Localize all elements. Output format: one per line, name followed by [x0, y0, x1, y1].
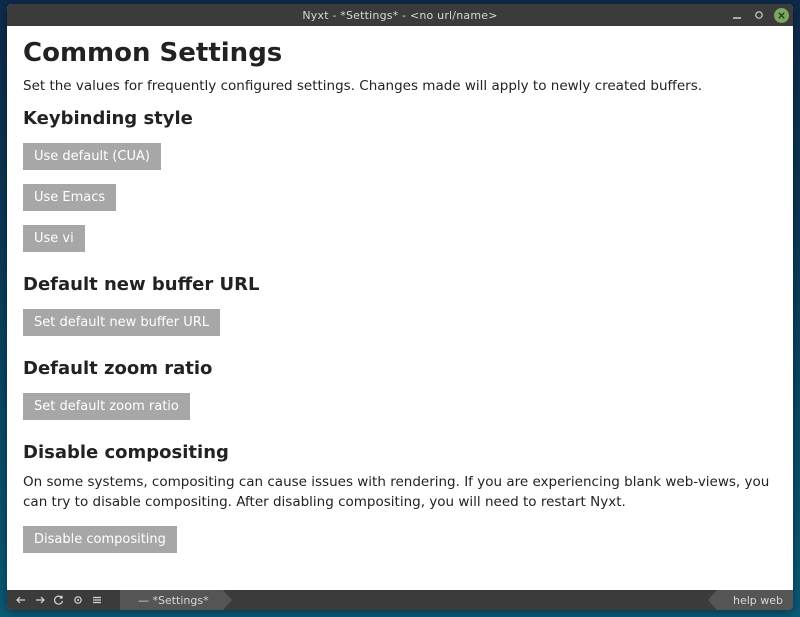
status-nav-controls — [7, 590, 111, 610]
section-compositing-title: Disable compositing — [23, 442, 777, 463]
execute-icon[interactable] — [72, 594, 84, 606]
page-title: Common Settings — [23, 38, 777, 68]
section-new-buffer-url-title: Default new buffer URL — [23, 274, 777, 295]
set-default-new-buffer-url-button[interactable]: Set default new buffer URL — [23, 309, 220, 336]
page-content: Common Settings Set the values for frequ… — [7, 26, 793, 590]
close-icon[interactable] — [774, 8, 789, 23]
status-buffer-name[interactable]: — *Settings* — [120, 590, 223, 610]
minimize-icon[interactable] — [730, 8, 744, 22]
desktop-background: Nyxt - *Settings* - <no url/name> Common… — [0, 0, 800, 617]
status-spacer — [232, 590, 717, 610]
section-keybinding-title: Keybinding style — [23, 108, 777, 129]
section-zoom-title: Default zoom ratio — [23, 358, 777, 379]
maximize-icon[interactable] — [752, 8, 766, 22]
menu-icon[interactable] — [91, 594, 103, 606]
window-controls — [730, 4, 789, 26]
use-vi-button[interactable]: Use vi — [23, 225, 85, 252]
set-default-zoom-ratio-button[interactable]: Set default zoom ratio — [23, 393, 190, 420]
forward-icon[interactable] — [34, 594, 46, 606]
reload-icon[interactable] — [53, 594, 65, 606]
disable-compositing-button[interactable]: Disable compositing — [23, 526, 177, 553]
use-emacs-button[interactable]: Use Emacs — [23, 184, 116, 211]
window-title: Nyxt - *Settings* - <no url/name> — [302, 9, 497, 22]
status-bar: — *Settings* help web — [7, 590, 793, 610]
status-modes-label: help web — [733, 594, 783, 607]
page-intro: Set the values for frequently configured… — [23, 78, 777, 94]
app-window: Nyxt - *Settings* - <no url/name> Common… — [7, 4, 793, 610]
status-buffer-label: — *Settings* — [138, 594, 209, 607]
titlebar[interactable]: Nyxt - *Settings* - <no url/name> — [7, 4, 793, 26]
back-icon[interactable] — [15, 594, 27, 606]
status-modes[interactable]: help web — [717, 590, 793, 610]
section-compositing-body: On some systems, compositing can cause i… — [23, 473, 777, 512]
use-default-cua-button[interactable]: Use default (CUA) — [23, 143, 161, 170]
